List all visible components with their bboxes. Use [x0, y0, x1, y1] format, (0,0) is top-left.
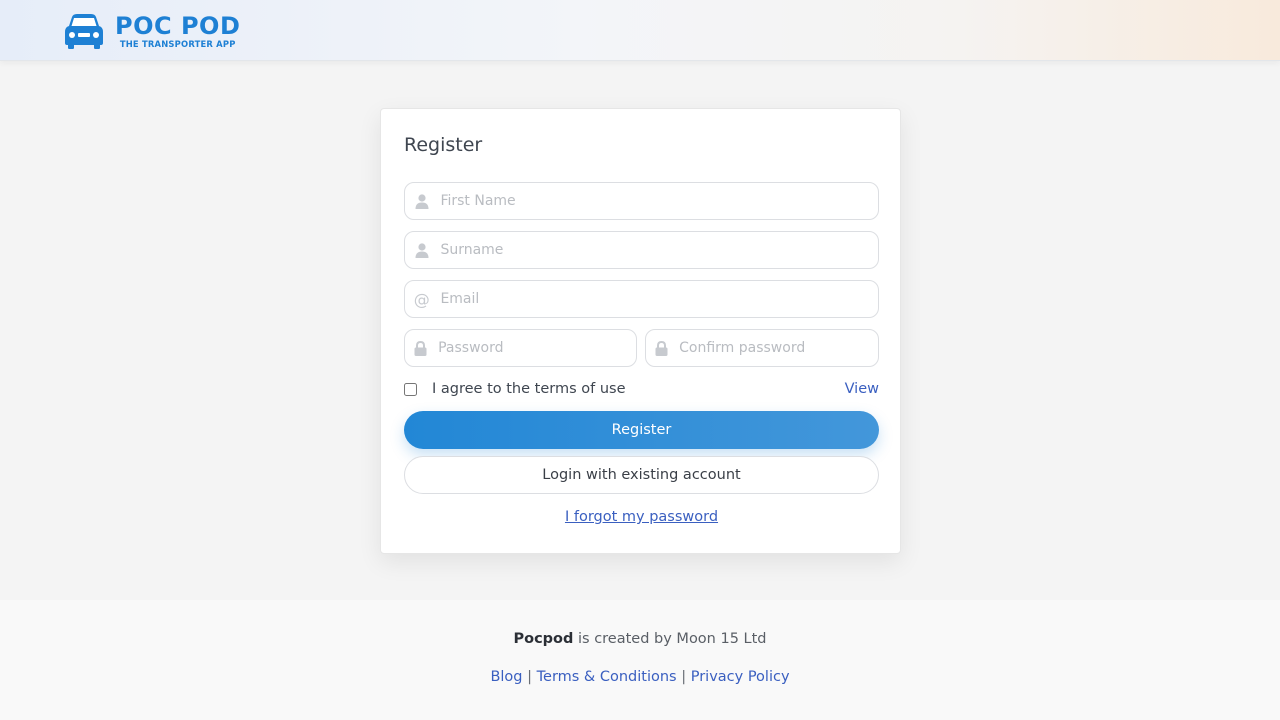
password-input[interactable]	[436, 340, 636, 356]
footer-links: Blog | Terms & Conditions | Privacy Poli…	[0, 669, 1280, 685]
terms-row: I agree to the terms of use View	[404, 379, 879, 399]
user-icon	[405, 193, 438, 209]
footer: Pocpod is created by Moon 15 Ltd Blog | …	[0, 600, 1280, 720]
terms-conditions-link[interactable]: Terms & Conditions	[537, 669, 677, 685]
at-icon: @	[413, 289, 430, 309]
surname-input[interactable]	[438, 242, 878, 258]
forgot-password-link[interactable]: I forgot my password	[381, 509, 902, 525]
terms-label: I agree to the terms of use	[432, 381, 626, 397]
lock-icon	[646, 340, 677, 356]
footer-separator: |	[527, 669, 533, 685]
terms-checkbox[interactable]	[404, 382, 417, 396]
first-name-input[interactable]	[438, 193, 878, 209]
footer-brand: Pocpod	[513, 631, 574, 647]
footer-credit: Pocpod is created by Moon 15 Ltd	[0, 631, 1280, 647]
confirm-password-input[interactable]	[677, 340, 878, 356]
register-card: Register @ I agree to the terms of use V…	[380, 108, 901, 554]
blog-link[interactable]: Blog	[490, 669, 522, 685]
privacy-policy-link[interactable]: Privacy Policy	[691, 669, 790, 685]
surname-field[interactable]	[404, 231, 879, 269]
car-icon	[65, 14, 103, 49]
footer-separator: |	[681, 669, 687, 685]
confirm-password-field[interactable]	[645, 329, 879, 367]
email-field[interactable]: @	[404, 280, 879, 318]
password-field[interactable]	[404, 329, 637, 367]
lock-icon	[405, 340, 436, 356]
view-terms-link[interactable]: View	[845, 381, 879, 397]
email-input[interactable]	[438, 291, 878, 307]
first-name-field[interactable]	[404, 182, 879, 220]
brand-logo[interactable]: POC POD THE TRANSPORTER APP	[64, 12, 240, 50]
brand-subtitle: THE TRANSPORTER APP	[119, 39, 236, 49]
footer-created-by: is created by Moon 15 Ltd	[578, 631, 767, 647]
top-header: POC POD THE TRANSPORTER APP	[0, 0, 1280, 61]
user-icon	[405, 242, 438, 258]
register-button[interactable]: Register	[404, 411, 879, 449]
brand-title: POC POD	[115, 12, 241, 40]
login-existing-account-button[interactable]: Login with existing account	[404, 456, 879, 494]
form-title: Register	[404, 134, 483, 156]
